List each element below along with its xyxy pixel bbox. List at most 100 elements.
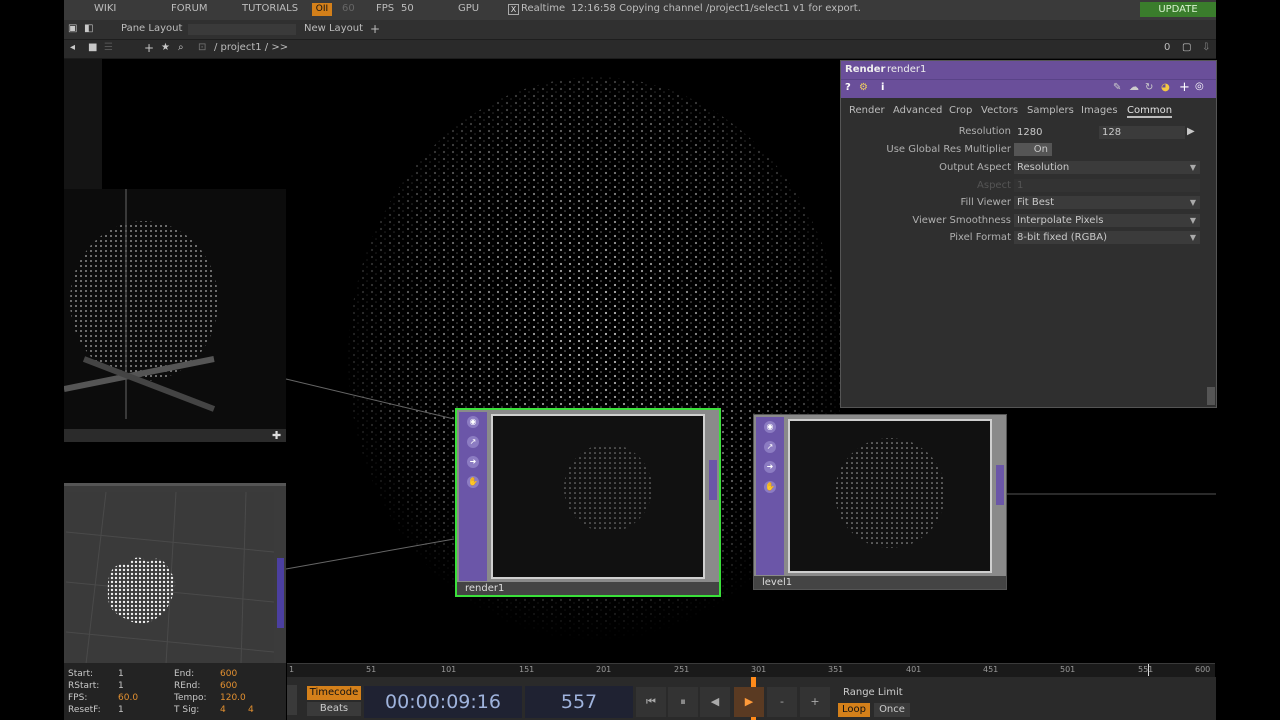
resolution-label: Resolution <box>958 126 1011 137</box>
refresh-icon[interactable]: ↻ <box>1145 82 1153 93</box>
tab-samplers[interactable]: Samplers <box>1027 105 1074 116</box>
python-help-icon[interactable]: ⚙ <box>859 82 868 93</box>
parameter-toolbar: ? ⚙ i ✎ ☁ ↻ ◕ + ◎ <box>841 79 1216 98</box>
realtime-label: Realtime <box>521 3 566 14</box>
add-param-icon[interactable]: + <box>1179 80 1190 95</box>
update-button[interactable]: UPDATE <box>1140 2 1216 17</box>
tab-crop[interactable]: Crop <box>949 105 972 116</box>
rstart-value[interactable]: 1 <box>118 681 124 691</box>
link-icon[interactable]: ⊡ <box>198 42 206 53</box>
tsig-value-1[interactable]: 4 <box>220 705 226 715</box>
help-icon[interactable]: ? <box>845 82 851 93</box>
start-value[interactable]: 1 <box>118 669 124 679</box>
network-path[interactable]: / project1 / >> <box>214 42 288 53</box>
level1-node[interactable]: ◉ ↗ ➜ ✋ level1 <box>753 414 1007 590</box>
target-icon[interactable]: ◎ <box>1195 81 1204 92</box>
param-scrollbar[interactable] <box>1207 387 1215 405</box>
tsig-value-2[interactable]: 4 <box>248 705 254 715</box>
comment-icon[interactable]: ☁ <box>1129 82 1139 93</box>
resolution-h-field[interactable]: 128 <box>1099 126 1185 139</box>
resolution-w-field[interactable]: 1280 <box>1014 126 1100 139</box>
ruler-tick: 551 <box>1138 665 1154 674</box>
wiki-link[interactable]: WIKI <box>94 3 116 14</box>
resetf-value[interactable]: 1 <box>118 705 124 715</box>
bypass-icon[interactable]: ↗ <box>467 436 479 448</box>
aspect-label: Aspect <box>977 180 1011 191</box>
global-res-label: Use Global Res Multiplier <box>886 144 1011 155</box>
tutorials-link[interactable]: TUTORIALS <box>242 3 298 14</box>
ruler-tick: 600 <box>1195 665 1211 674</box>
add-op-icon[interactable]: + <box>144 41 154 55</box>
timecode-mode-button[interactable]: Timecode <box>307 686 361 700</box>
forum-link[interactable]: FORUM <box>171 3 208 14</box>
frame-display[interactable]: 557 <box>525 686 633 718</box>
info-icon[interactable]: i <box>881 82 884 93</box>
oi-button[interactable]: OII <box>312 3 332 16</box>
edit-icon[interactable]: ✎ <box>1113 82 1121 93</box>
tab-advanced[interactable]: Advanced <box>893 105 942 116</box>
layout-presets[interactable] <box>188 24 296 35</box>
search-icon[interactable]: ⌕ <box>178 42 184 53</box>
realtime-checkbox[interactable]: X <box>508 4 519 15</box>
list-icon[interactable]: ☰ <box>104 42 113 53</box>
aspect-field[interactable]: 1 <box>1014 179 1200 192</box>
pause-icon[interactable]: ⏸ <box>668 687 698 717</box>
maximize-icon[interactable]: ▢ <box>1182 42 1191 53</box>
viewer-smoothness-select[interactable]: Interpolate Pixels ▼ <box>1014 214 1200 227</box>
tab-images[interactable]: Images <box>1081 105 1118 116</box>
global-res-toggle[interactable]: On <box>1014 143 1052 156</box>
end-value[interactable]: 600 <box>220 669 237 679</box>
step-back-icon[interactable]: ◀ <box>700 687 730 717</box>
python-icon[interactable]: ◕ <box>1161 82 1170 93</box>
pixel-format-select[interactable]: 8-bit fixed (RGBA) ▼ <box>1014 231 1200 244</box>
pane-layout-label[interactable]: Pane Layout <box>121 23 182 34</box>
viewer-scroll[interactable] <box>277 558 284 628</box>
resolution-expand-icon[interactable]: ▶ <box>1187 126 1195 137</box>
timecode-display[interactable]: 00:00:09:16 <box>364 686 522 718</box>
pin-icon[interactable]: ⇩ <box>1202 42 1210 53</box>
step-minus-button[interactable]: - <box>767 687 797 717</box>
fps-value-field[interactable]: 60.0 <box>118 693 138 703</box>
rend-value[interactable]: 600 <box>220 681 237 691</box>
fill-viewer-select[interactable]: Fit Best ▼ <box>1014 196 1200 209</box>
play-icon[interactable]: ▶ <box>734 687 764 717</box>
bypass-icon[interactable]: ↗ <box>764 441 776 453</box>
render1-node[interactable]: ◉ ↗ ➜ ✋ render1 <box>455 408 721 597</box>
sixty-indicator: 60 <box>342 3 355 14</box>
step-plus-button[interactable]: + <box>800 687 830 717</box>
chevron-down-icon: ▼ <box>1189 216 1196 225</box>
render-flag-icon[interactable]: ➜ <box>764 461 776 473</box>
beats-mode-button[interactable]: Beats <box>307 702 361 716</box>
viewer-smoothness-value: Interpolate Pixels <box>1017 215 1104 226</box>
geometry-viewer[interactable] <box>64 483 286 663</box>
timeline-ruler[interactable]: 1 51 101 151 201 251 301 351 401 451 501… <box>287 663 1215 677</box>
tempo-value[interactable]: 120.0 <box>220 693 246 703</box>
op-name[interactable]: render1 <box>887 61 926 79</box>
output-aspect-select[interactable]: Resolution ▼ <box>1014 161 1200 174</box>
pane-split-icon[interactable]: ◧ <box>84 23 93 34</box>
rend-key: REnd: <box>174 681 201 691</box>
loop-button[interactable]: Loop <box>838 703 870 717</box>
viewer-toggle-icon[interactable]: ◉ <box>764 421 776 433</box>
once-button[interactable]: Once <box>874 703 910 717</box>
stop-icon[interactable]: ■ <box>88 42 97 53</box>
bookmark-star-icon[interactable]: ★ <box>161 42 170 53</box>
level1-output[interactable] <box>996 465 1004 505</box>
new-layout-label[interactable]: New Layout <box>304 23 363 34</box>
gpu-button[interactable]: GPU <box>458 3 479 14</box>
playhead[interactable] <box>1148 664 1149 676</box>
lock-icon[interactable]: ✋ <box>764 481 776 493</box>
back-icon[interactable]: ◂ <box>70 42 75 53</box>
rewind-icon[interactable]: ⏮ <box>636 687 666 717</box>
pane-icon[interactable]: ▣ <box>68 23 77 34</box>
render-flag-icon[interactable]: ➜ <box>467 456 479 468</box>
add-layout-button[interactable]: + <box>370 22 380 36</box>
tab-render[interactable]: Render <box>849 105 885 116</box>
tab-common[interactable]: Common <box>1127 105 1173 118</box>
tab-vectors[interactable]: Vectors <box>981 105 1018 116</box>
top-menu-bar: WIKI FORUM TUTORIALS OII 60 FPS 50 GPU X… <box>64 0 1216 21</box>
transport-left-handle[interactable] <box>287 685 297 715</box>
lock-icon[interactable]: ✋ <box>467 476 479 488</box>
viewer-toggle-icon[interactable]: ◉ <box>467 416 479 428</box>
render1-output[interactable] <box>709 460 717 500</box>
